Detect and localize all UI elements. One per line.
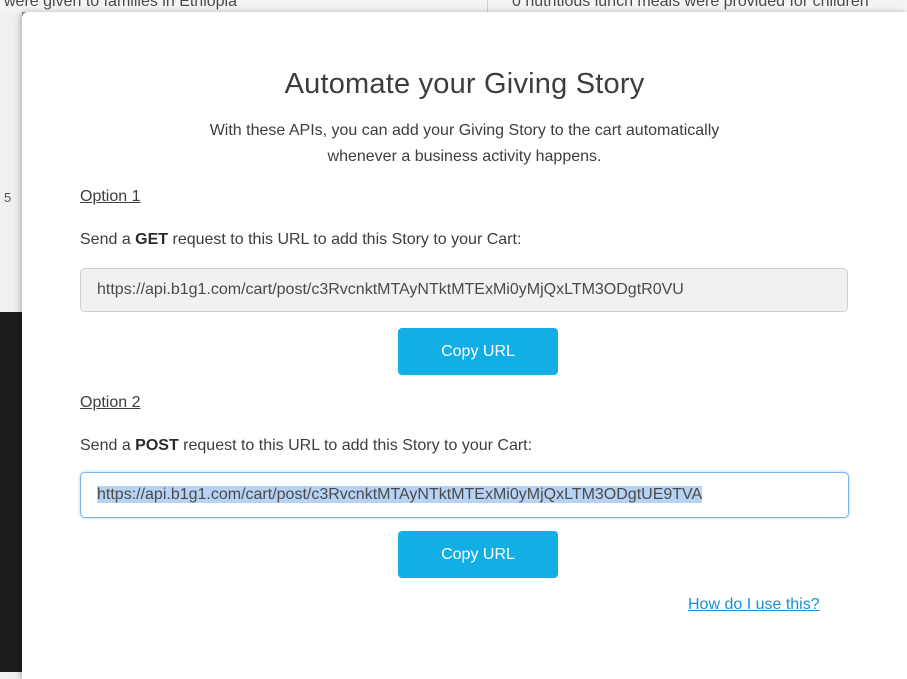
background-dark-image [0, 312, 22, 672]
modal-title: Automate your Giving Story [284, 68, 645, 100]
option-1-prefix: Send a [80, 231, 136, 248]
option-1-method: GET [135, 231, 169, 248]
automate-giving-story-modal: Automate your Giving Story With these AP… [22, 12, 907, 679]
how-do-i-use-this-link[interactable]: How do I use this? [688, 596, 820, 614]
background-page-left-strip: 5 [0, 12, 22, 679]
option-1-heading: Option 1 [80, 188, 141, 205]
option-2-method: POST [135, 437, 179, 454]
option-2-heading: Option 2 [80, 394, 141, 411]
get-url-value: https://api.b1g1.com/cart/post/c3RvcnktM… [97, 281, 684, 298]
background-page-header: were given to families in Ethiopia 0 nut… [0, 0, 907, 12]
copy-get-url-button[interactable]: Copy URL [398, 328, 558, 375]
option-1-instruction: Send a GET request to this URL to add th… [80, 231, 521, 249]
post-url-value: https://api.b1g1.com/cart/post/c3RvcnktM… [97, 486, 703, 503]
copy-post-url-button[interactable]: Copy URL [398, 531, 558, 578]
post-url-field[interactable]: https://api.b1g1.com/cart/post/c3RvcnktM… [80, 472, 849, 518]
background-impact-text-left: were given to families in Ethiopia [4, 0, 238, 10]
background-impact-text-right: 0 nutritious lunch meals were provided f… [512, 0, 869, 10]
option-1-suffix: request to this URL to add this Story to… [168, 231, 522, 248]
background-side-number: 5 [4, 190, 12, 205]
background-divider [487, 0, 488, 12]
option-2-prefix: Send a [80, 437, 136, 454]
modal-subtitle: With these APIs, you can add your Giving… [209, 122, 720, 165]
option-2-instruction: Send a POST request to this URL to add t… [80, 437, 532, 455]
get-url-field[interactable]: https://api.b1g1.com/cart/post/c3RvcnktM… [80, 268, 848, 312]
option-2-suffix: request to this URL to add this Story to… [178, 437, 533, 454]
